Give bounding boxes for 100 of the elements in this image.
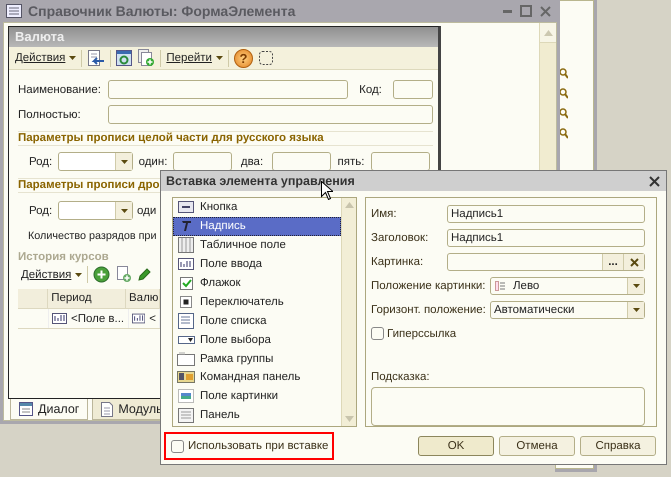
- table-cell: <Поле в...: [71, 312, 124, 324]
- dropdown-arrow-icon: [120, 208, 128, 212]
- list-item[interactable]: Поле выбора: [173, 330, 341, 350]
- image-icon: [178, 389, 194, 404]
- field-label: оди: [137, 204, 156, 216]
- list-item[interactable]: Рамка группы: [173, 349, 341, 368]
- dropdown-field[interactable]: [58, 201, 133, 220]
- dropdown-field[interactable]: Автоматически: [490, 301, 645, 319]
- input-field[interactable]: [272, 152, 331, 171]
- input-field-icon: [178, 258, 194, 270]
- dialog-icon: [19, 402, 33, 416]
- dropdown-field[interactable]: [58, 152, 133, 171]
- field-label: Количество разрядов при: [28, 230, 156, 242]
- dropdown-arrow-icon: [632, 308, 640, 312]
- field-label: Код:: [358, 84, 383, 96]
- dropdown-arrow-icon: [120, 160, 128, 164]
- clear-icon[interactable]: [630, 258, 638, 266]
- column-header[interactable]: Валю: [126, 289, 160, 308]
- field-label: Имя:: [371, 208, 398, 220]
- window-title: Справочник Валюты: ФормаЭлемента: [28, 3, 296, 19]
- list-icon: [178, 312, 194, 329]
- list-item[interactable]: Командная панель: [173, 368, 341, 387]
- copy-add-icon[interactable]: [115, 266, 132, 283]
- input-field[interactable]: [108, 80, 348, 99]
- checkbox-label: Использовать при вставке: [188, 440, 328, 452]
- copy-add-icon[interactable]: [137, 49, 156, 67]
- italic-t-icon: [180, 220, 192, 232]
- dialog-title: Вставка элемента управления: [166, 174, 356, 188]
- list-item[interactable]: Флажок: [173, 274, 341, 292]
- text-area[interactable]: [371, 387, 645, 426]
- frame-select-icon[interactable]: [258, 50, 274, 66]
- search-icon[interactable]: [560, 127, 568, 141]
- search-icon[interactable]: [560, 67, 568, 81]
- dialog-button[interactable]: Справка: [580, 436, 656, 456]
- dropdown-field-icon: [178, 336, 194, 344]
- dialog-button[interactable]: OK: [418, 436, 494, 456]
- minimize-icon[interactable]: [503, 10, 512, 12]
- list-item[interactable]: Поле картинки: [173, 386, 341, 406]
- checkbox-label: Гиперссылка: [387, 328, 456, 340]
- field-label: Положение картинки:: [371, 280, 486, 292]
- document-icon: [101, 402, 114, 416]
- list-item[interactable]: Переключатель: [173, 292, 341, 312]
- field-label: Род:: [29, 204, 54, 216]
- section-header: Параметры прописи целой части для русского языка: [18, 131, 433, 146]
- column-header[interactable]: Период: [48, 289, 126, 308]
- field-label: пять:: [336, 156, 366, 168]
- dropdown-arrow-icon: [216, 56, 223, 60]
- align-left-icon: [495, 281, 505, 291]
- scrollbar[interactable]: [341, 198, 356, 426]
- table-icon: [178, 237, 194, 254]
- section-header: Параметры прописи дро: [18, 178, 160, 193]
- table-cell: <: [149, 312, 156, 324]
- panel-icon: [178, 407, 194, 424]
- dropdown-field[interactable]: Лево: [490, 277, 645, 295]
- list-item[interactable]: Поле ввода: [173, 254, 341, 274]
- input-field[interactable]: ...: [447, 253, 645, 271]
- browse-button[interactable]: ...: [602, 254, 623, 270]
- field-label: Полностью:: [18, 108, 82, 120]
- list-item[interactable]: Надпись: [173, 216, 341, 236]
- dialog-button[interactable]: Отмена: [499, 436, 575, 456]
- radio-icon: [180, 296, 192, 308]
- close-icon[interactable]: [649, 176, 660, 186]
- field-label: Подсказка:: [371, 370, 430, 383]
- checkbox[interactable]: [371, 327, 384, 340]
- add-icon[interactable]: [93, 266, 110, 283]
- field-label: Заголовок:: [371, 232, 430, 244]
- button-icon: [178, 201, 194, 214]
- list-item[interactable]: Панель: [173, 406, 341, 425]
- input-field-icon: [132, 313, 146, 324]
- form-title: Валюта: [9, 27, 438, 47]
- actions-menu[interactable]: Действия: [15, 52, 76, 64]
- form-icon: [6, 4, 22, 18]
- input-field-icon: [52, 313, 67, 324]
- dropdown-arrow-icon: [69, 56, 76, 60]
- insert-icon[interactable]: [87, 49, 106, 67]
- input-field[interactable]: [393, 80, 433, 99]
- search-icon[interactable]: [560, 87, 568, 101]
- input-field[interactable]: Надпись1: [447, 205, 645, 223]
- pencil-icon[interactable]: [137, 267, 152, 282]
- field-label: Картинка:: [371, 256, 424, 268]
- actions-menu[interactable]: Действия: [21, 268, 82, 280]
- frame-icon: [177, 351, 195, 366]
- input-field[interactable]: [371, 152, 430, 171]
- checkbox[interactable]: [171, 440, 184, 452]
- list-item[interactable]: Поле списка: [173, 311, 341, 330]
- list-item[interactable]: Кнопка: [173, 198, 341, 217]
- checkbox-icon: [180, 276, 192, 290]
- field-label: два:: [240, 156, 264, 168]
- input-field[interactable]: [108, 105, 433, 124]
- field-label: Род:: [29, 156, 54, 168]
- field-label: Наименование:: [18, 84, 102, 96]
- list-item[interactable]: Табличное поле: [173, 236, 341, 255]
- tab[interactable]: Диалог: [10, 399, 88, 420]
- goto-menu[interactable]: Перейти: [166, 52, 223, 64]
- maximize-icon[interactable]: [520, 5, 532, 17]
- input-field[interactable]: [173, 152, 232, 171]
- field-label: один:: [138, 156, 168, 168]
- search-icon[interactable]: [560, 107, 568, 121]
- help-button[interactable]: ?: [234, 48, 253, 68]
- input-field[interactable]: Надпись1: [447, 229, 645, 247]
